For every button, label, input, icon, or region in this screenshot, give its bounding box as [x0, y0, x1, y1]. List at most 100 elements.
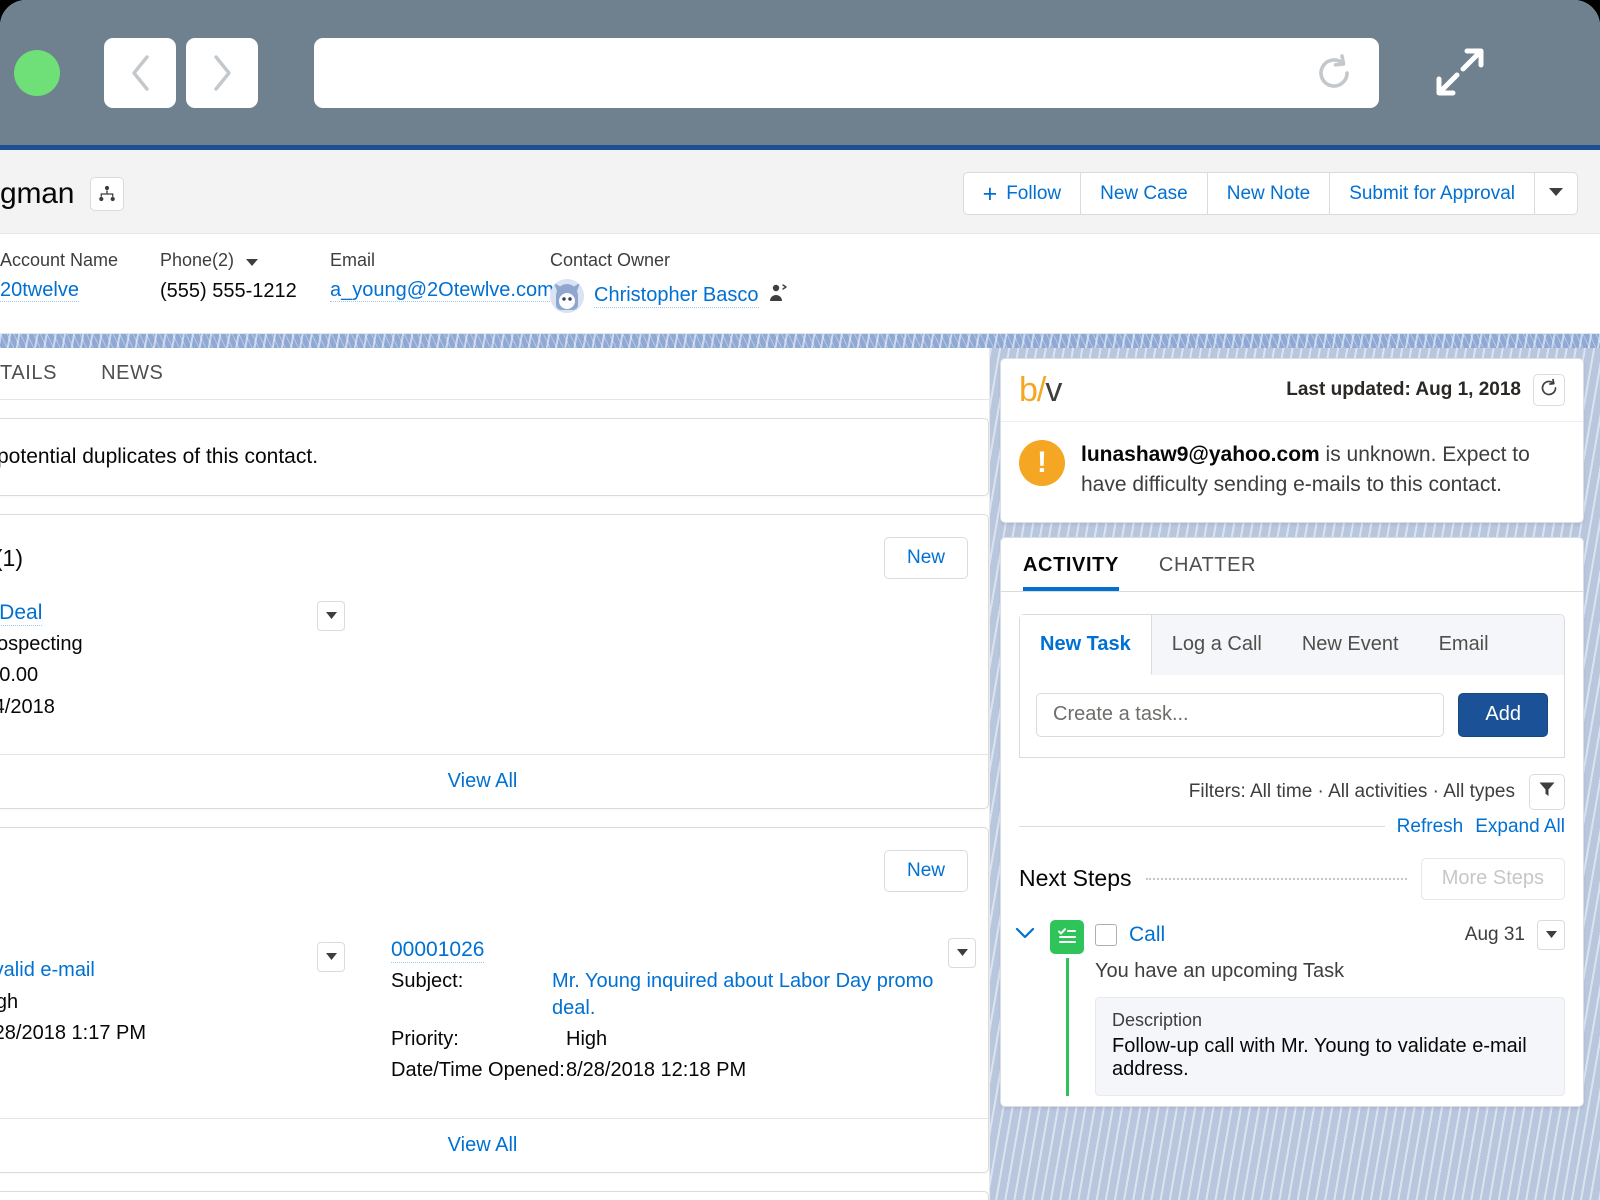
task-name-link[interactable]: Call [1129, 923, 1165, 947]
opportunity-name-link[interactable]: al Deal [0, 601, 43, 626]
new-opportunity-button[interactable]: New [883, 537, 968, 579]
case-field-label: Subject: [391, 970, 464, 993]
field-contact-owner: Contact Owner Christopher Basco [550, 250, 817, 313]
timeline-line [1065, 957, 1069, 1096]
task-collapse-button[interactable] [1015, 920, 1045, 1096]
tab-activity[interactable]: ACTIVITY [1023, 554, 1119, 591]
opportunity-close-date: 9/4/2018 [0, 695, 55, 718]
url-input[interactable] [314, 37, 1313, 108]
alert-email: lunashaw9@yahoo.com [1081, 443, 1320, 466]
case-subject-value[interactable]: Mr. Young inquired about Labor Day promo… [552, 968, 948, 1021]
new-case-button[interactable]: New Case [1080, 172, 1208, 215]
dotted-divider [1145, 877, 1407, 880]
create-task-input[interactable] [1036, 692, 1445, 737]
forward-button[interactable] [186, 37, 258, 108]
opportunity-row-menu-button[interactable] [317, 601, 345, 631]
expand-all-link[interactable]: Expand All [1475, 816, 1565, 838]
email-validity-card: b/v Last updated: Aug 1, 2018 ! lunashaw… [1000, 358, 1584, 523]
field-account-name: Account Name 20twelve [0, 250, 160, 313]
next-steps-row: Next Steps More Steps [1001, 838, 1583, 900]
submit-for-approval-button[interactable]: Submit for Approval [1329, 172, 1535, 215]
record-highlight-fields: Account Name 20twelve Phone(2) (555) 555… [0, 233, 1600, 333]
case-subject-left[interactable]: Invalid e-mail [0, 957, 317, 983]
tab-news[interactable]: NEWS [101, 362, 163, 385]
follow-button[interactable]: + Follow [962, 172, 1082, 215]
cases-view-all-link[interactable]: View All [0, 1117, 988, 1172]
task-checkbox[interactable] [1095, 923, 1117, 946]
logo-accent: b/ [1019, 371, 1046, 409]
chevron-down-icon [325, 607, 338, 625]
chevron-down-icon [956, 944, 969, 962]
new-case-related-button[interactable]: New [883, 850, 968, 893]
back-button[interactable] [104, 37, 176, 108]
decorative-band [0, 334, 1600, 348]
green-status-dot [14, 49, 60, 96]
refresh-validity-button[interactable] [1533, 374, 1565, 406]
activity-tabs: ACTIVITY CHATTER [1001, 538, 1583, 592]
table-row: al Deal Prospecting $80.00 9/4/2018 [0, 597, 988, 738]
filter-button[interactable] [1529, 773, 1565, 810]
contact-owner-link[interactable]: Christopher Basco [594, 284, 759, 308]
composer-tab-log-a-call[interactable]: Log a Call [1152, 615, 1282, 675]
description-label: Description [1112, 1009, 1203, 1030]
cases-panel: New Invalid e-mail High 8/28/2018 1:17 P… [0, 827, 989, 1173]
field-label: Email [330, 250, 376, 270]
activity-card: ACTIVITY CHATTER New Task Log a Call New… [1000, 536, 1584, 1107]
new-note-button[interactable]: New Note [1206, 172, 1331, 215]
field-label: Account Name [0, 250, 119, 270]
composer-tabs: New Task Log a Call New Event Email [1020, 614, 1564, 675]
task-subtitle: You have an upcoming Task [1095, 959, 1345, 982]
logo-rest: v [1045, 371, 1062, 409]
add-task-button[interactable]: Add [1458, 692, 1548, 737]
case-opened-left: 8/28/2018 1:17 PM [0, 1021, 147, 1044]
opportunity-amount: $80.00 [0, 664, 39, 687]
opportunities-title: s (1) [0, 544, 23, 571]
chevron-down-icon [1545, 926, 1558, 944]
description-text: Follow-up call with Mr. Young to validat… [1112, 1034, 1527, 1080]
exclamation-icon: ! [1019, 440, 1065, 486]
chevron-down-icon [325, 948, 338, 966]
duplicates-panel: potential duplicates of this contact. [0, 418, 989, 496]
phone-value: (555) 555-1212 [160, 279, 297, 302]
composer-tab-email[interactable]: Email [1419, 615, 1509, 675]
browser-chrome [0, 0, 1600, 150]
case-number-link[interactable]: 00001026 [391, 938, 485, 964]
case-row-menu-button-right[interactable] [948, 938, 976, 969]
expand-arrows-icon[interactable] [1431, 45, 1487, 101]
task-menu-button[interactable] [1537, 919, 1565, 950]
email-link[interactable]: a_young@2Otewlve.com [330, 279, 554, 302]
browser-window: gman + Follow New Case New Note Submit f… [0, 0, 1600, 1200]
last-updated-text: Last updated: Aug 1, 2018 [1286, 379, 1521, 400]
right-column: b/v Last updated: Aug 1, 2018 ! lunashaw… [990, 348, 1600, 1200]
tab-chatter[interactable]: CHATTER [1159, 554, 1256, 591]
hierarchy-icon[interactable] [90, 176, 125, 211]
list-item: Call Aug 31 You have an upcoming Task De… [1001, 900, 1583, 1096]
field-phone: Phone(2) (555) 555-1212 [160, 250, 330, 313]
tab-details[interactable]: TAILS [0, 362, 57, 385]
composer-tab-new-event[interactable]: New Event [1282, 615, 1419, 675]
record-actions-more-button[interactable] [1534, 172, 1578, 215]
reload-icon[interactable] [1313, 52, 1355, 94]
user-change-owner-icon[interactable] [769, 283, 787, 309]
refresh-link[interactable]: Refresh [1397, 816, 1464, 838]
avatar [550, 279, 584, 313]
refresh-icon [1539, 378, 1559, 403]
case-row-menu-button-left[interactable] [317, 942, 345, 973]
task-description-box: Description Follow-up call with Mr. Youn… [1095, 996, 1565, 1096]
divider [1019, 826, 1385, 828]
funnel-icon [1538, 780, 1556, 803]
url-bar[interactable] [314, 37, 1379, 108]
opportunities-view-all-link[interactable]: View All [0, 754, 988, 808]
activity-refresh-row: Refresh Expand All [1001, 810, 1583, 838]
field-label: Phone(2) [160, 250, 235, 270]
case-field-label: Date/Time Opened: [391, 1059, 565, 1082]
account-name-link[interactable]: 20twelve [0, 279, 79, 302]
opportunity-stage: Prospecting [0, 633, 83, 655]
case-field-label: Priority: [391, 1027, 459, 1050]
chevron-down-icon[interactable] [245, 251, 259, 272]
composer-tab-new-task[interactable]: New Task [1020, 614, 1152, 675]
follow-label: Follow [1006, 182, 1062, 204]
more-steps-button[interactable]: More Steps [1420, 857, 1565, 900]
field-label: Contact Owner [550, 250, 671, 270]
field-email: Email a_young@2Otewlve.com [330, 250, 554, 313]
